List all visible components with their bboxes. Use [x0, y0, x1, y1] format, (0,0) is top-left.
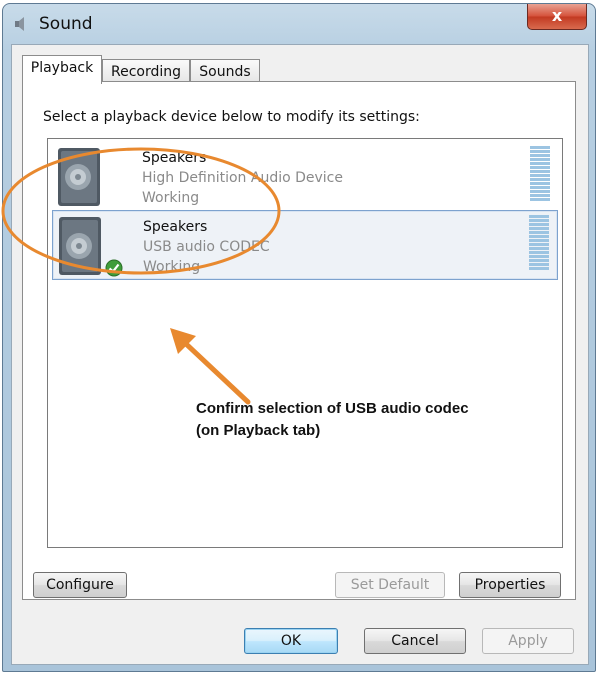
volume-level-meter — [529, 215, 549, 275]
tab-sounds-label: Sounds — [199, 64, 251, 80]
instruction-text: Select a playback device below to modify… — [43, 109, 420, 125]
title-bar[interactable]: Sound x — [3, 4, 595, 44]
properties-button-label: Properties — [474, 577, 546, 593]
cancel-button-label: Cancel — [391, 633, 439, 649]
sound-app-icon — [15, 17, 24, 31]
tab-recording-label: Recording — [110, 64, 182, 80]
properties-button[interactable]: Properties — [459, 572, 561, 598]
volume-level-meter — [530, 146, 550, 206]
apply-button-label: Apply — [508, 633, 548, 649]
cancel-button[interactable]: Cancel — [364, 628, 466, 654]
annotation-text: Confirm selection of USB audio codec (on… — [196, 400, 469, 439]
close-icon: x — [551, 6, 563, 25]
close-button[interactable]: x — [527, 4, 587, 30]
set-default-button-label: Set Default — [350, 577, 430, 593]
apply-button[interactable]: Apply — [482, 628, 574, 654]
set-default-button[interactable]: Set Default — [335, 572, 445, 598]
dialog-client-area: Playback Recording Sounds Select a playb… — [11, 44, 589, 665]
tab-playback[interactable]: Playback — [22, 55, 102, 84]
tab-playback-label: Playback — [30, 60, 94, 76]
configure-button[interactable]: Configure — [33, 572, 127, 598]
sound-dialog: Sound x Playback Recording Sounds Select… — [2, 3, 596, 672]
configure-button-label: Configure — [46, 577, 114, 593]
window-title: Sound — [39, 14, 93, 34]
annotation-arrow — [170, 328, 251, 405]
ok-button-label: OK — [280, 633, 302, 649]
highlight-ellipse — [1, 147, 281, 275]
ok-button[interactable]: OK — [244, 628, 338, 654]
